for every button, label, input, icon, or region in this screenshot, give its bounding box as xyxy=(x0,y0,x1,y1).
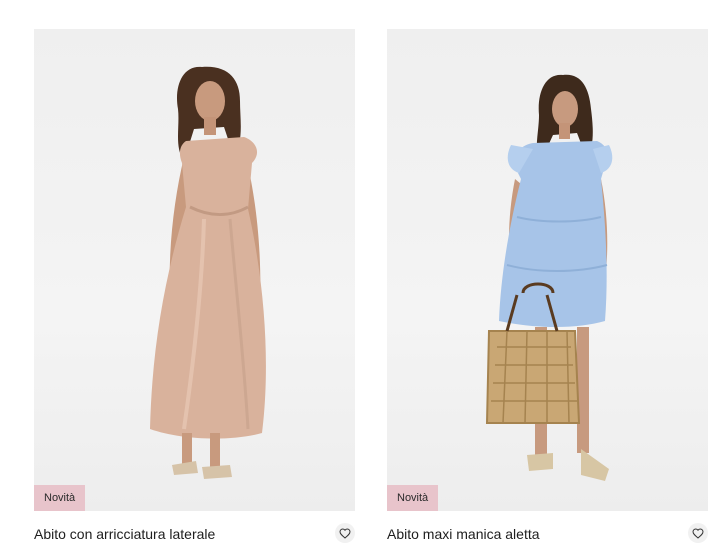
product-title[interactable]: Abito maxi manica aletta xyxy=(387,526,540,542)
wishlist-button[interactable] xyxy=(688,523,708,543)
new-badge: Novità xyxy=(34,485,86,511)
model-illustration xyxy=(150,66,266,479)
product-info: Abito con arricciatura laterale xyxy=(34,511,355,551)
new-badge: Novità xyxy=(387,485,439,511)
product-card[interactable]: Novità Abito con arricciatura laterale xyxy=(34,29,355,551)
heart-outline-icon xyxy=(692,527,704,539)
product-card[interactable]: Novità Abito maxi manica aletta xyxy=(387,29,708,551)
product-image[interactable]: Novità xyxy=(387,29,708,511)
product-grid: Novità Abito con arricciatura laterale N… xyxy=(0,0,722,552)
wishlist-button[interactable] xyxy=(335,523,355,543)
model-illustration xyxy=(485,74,613,481)
heart-outline-icon xyxy=(339,527,351,539)
product-info: Abito maxi manica aletta xyxy=(387,511,708,551)
product-image[interactable]: Novità xyxy=(34,29,355,511)
product-title[interactable]: Abito con arricciatura laterale xyxy=(34,526,215,542)
